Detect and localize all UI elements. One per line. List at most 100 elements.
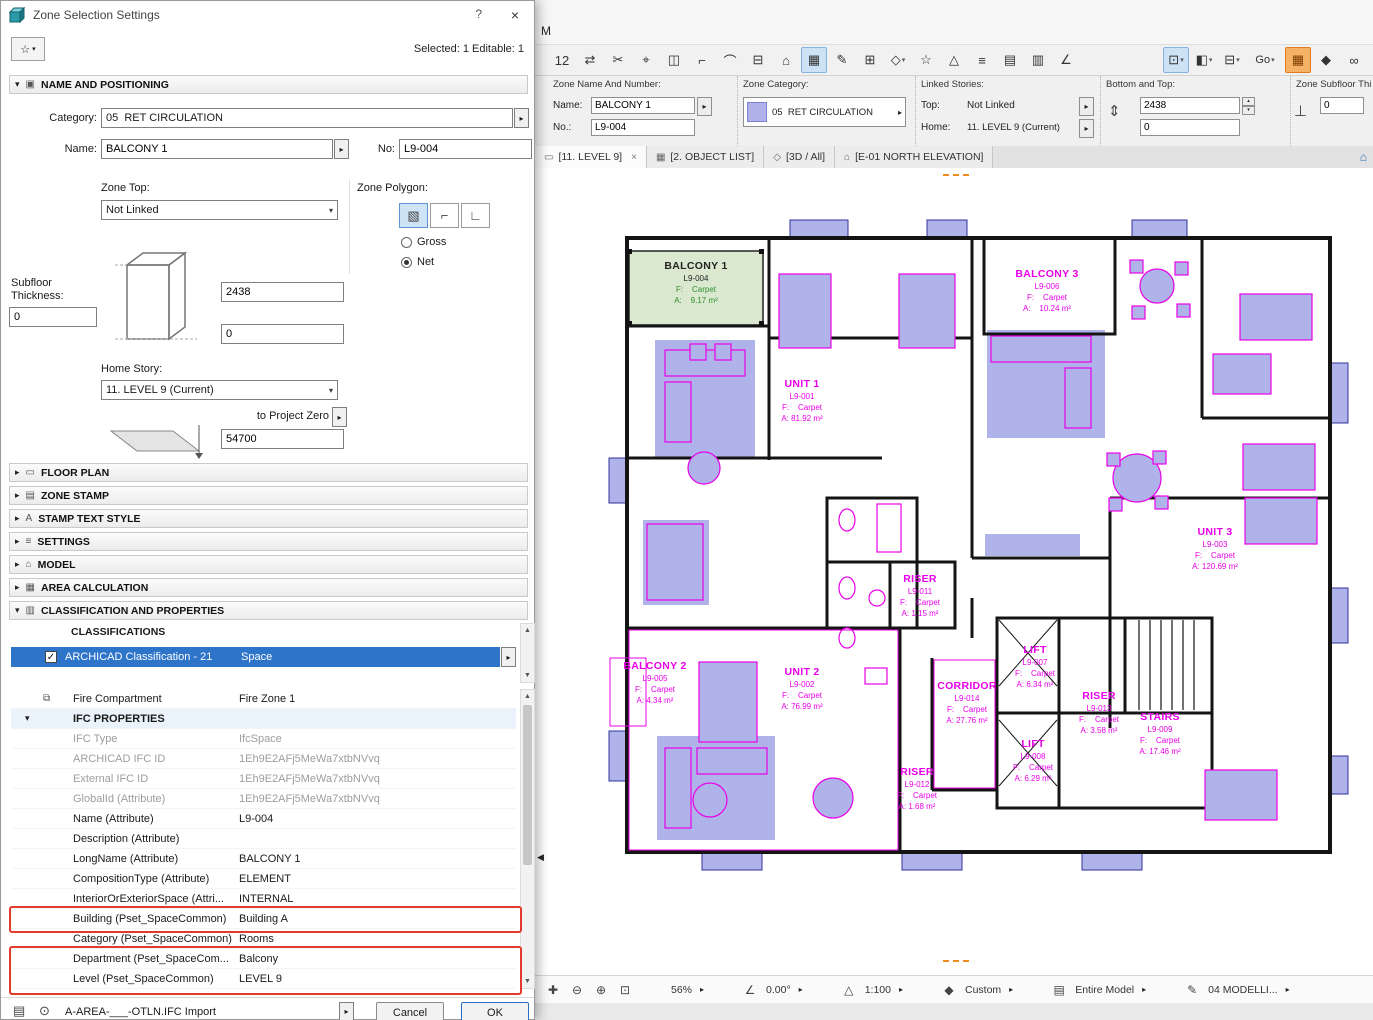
zone-category-combo[interactable]: 05 RET CIRCULATION ▸ [743, 97, 906, 127]
scroll-left-arrow-icon[interactable]: ◀ [537, 852, 544, 863]
zone-stamp[interactable]: RISERL9-012F: CarpetA: 1.68 m² [897, 766, 937, 812]
zone-stamp[interactable]: BALCONY 3L9-006F: CarpetA: 10.24 m² [1015, 268, 1078, 314]
home-story-icon[interactable]: ⌂ [773, 47, 799, 73]
split-window-icon[interactable]: ◧▾ [1191, 47, 1217, 73]
layers-icon[interactable]: ▤ [997, 47, 1023, 73]
subfloor-thickness-input[interactable] [9, 307, 97, 327]
home-story-value[interactable]: 11. LEVEL 9 (Current) [967, 122, 1060, 133]
scale-flyout-icon[interactable]: ▸ [897, 985, 909, 994]
eye-icon[interactable]: ⊙ [39, 1003, 50, 1019]
split-icon[interactable]: ◫ [661, 47, 687, 73]
name-flyout-button[interactable]: ▸ [334, 139, 349, 159]
zone-number-input[interactable] [399, 139, 532, 159]
property-row[interactable]: ⧉Fire CompartmentFire Zone 1 [11, 689, 516, 709]
net-radio[interactable]: Net [401, 256, 434, 268]
zone-number-input[interactable] [591, 119, 695, 136]
scale-icon[interactable]: △ [839, 983, 859, 997]
modify-icon[interactable]: ◇▾ [885, 47, 911, 73]
duplicate-icon[interactable]: ⊞ [857, 47, 883, 73]
scroll-up-icon[interactable]: ▲ [521, 624, 534, 637]
project-zero-flyout-button[interactable]: ▸ [332, 407, 347, 427]
rotation-flyout-icon[interactable]: ▸ [797, 985, 809, 994]
zoom-level[interactable]: 56% [669, 984, 694, 996]
favorites-button[interactable]: ☆▾ [11, 37, 45, 61]
zone-stamp[interactable]: UNIT 3L9-003F: CarpetA: 120.69 m² [1192, 526, 1238, 572]
zone-top-offset-input[interactable] [221, 282, 344, 302]
close-button[interactable]: × [504, 5, 526, 25]
zone-stamp[interactable]: LIFTL9-008F: CarpetA: 6.29 m² [1013, 738, 1053, 784]
views-icon[interactable]: ▥ [1025, 47, 1051, 73]
ifc-properties-group-header[interactable]: ▾IFC PROPERTIES [11, 709, 516, 729]
pen-icon[interactable]: ✎ [829, 47, 855, 73]
zone-bottom-offset-input[interactable] [221, 324, 344, 344]
zone-stamp[interactable]: RISERL9-013F: CarpetA: 3.58 m² [1079, 690, 1119, 736]
category-flyout-button[interactable]: ▸ [514, 108, 529, 128]
top-link-button[interactable]: ▸ [1079, 97, 1094, 116]
pan-icon[interactable]: ✚ [543, 983, 563, 997]
mirror-icon[interactable]: ⇄ [577, 47, 603, 73]
property-row[interactable]: Description (Attribute) [11, 829, 516, 849]
property-row[interactable]: Level (Pset_SpaceCommon)LEVEL 9 [11, 969, 516, 989]
zone-stamp[interactable]: BALCONY 2L9-005F: CarpetA: 4.34 m² [623, 660, 686, 706]
scrollbar-thumb[interactable] [523, 705, 532, 865]
zone-stamp[interactable]: RISERL9-011F: CarpetA: 1.15 m² [900, 573, 940, 619]
orientation-icon[interactable]: ∠ [740, 983, 760, 997]
section-floor-plan[interactable]: ▸ ▭ FLOOR PLAN [9, 463, 528, 482]
flyout-arrow-icon[interactable]: ▸ [898, 108, 902, 117]
scale-value[interactable]: 1:100 [863, 984, 893, 996]
home-story-button[interactable]: ▸ [1079, 119, 1094, 138]
ok-button[interactable]: OK [461, 1002, 529, 1020]
scroll-down-icon[interactable]: ▼ [521, 669, 534, 682]
help-button[interactable]: ? [475, 7, 482, 21]
renumber-icon[interactable]: 12 [549, 47, 575, 73]
zone-stamp[interactable]: LIFTL9-007F: CarpetA: 6.34 m² [1015, 644, 1055, 690]
property-row[interactable]: ARCHICAD IFC ID1Eh9E2AFj5MeWa7xtbNVvq [11, 749, 516, 769]
pickup-parameters-icon[interactable]: ⌖ [633, 47, 659, 73]
quick-options-flyout-icon[interactable]: ▸ [1007, 985, 1019, 994]
section-name-and-positioning[interactable]: ▾ ▣ NAME AND POSITIONING [9, 75, 528, 94]
section-model[interactable]: ▸ ⌂ MODEL [9, 555, 528, 574]
align-icon[interactable]: ≡ [969, 47, 995, 73]
property-row[interactable]: Category (Pset_SpaceCommon)Rooms [11, 929, 516, 949]
rotation-value[interactable]: 0.00° [764, 984, 793, 996]
property-row[interactable]: InteriorOrExteriorSpace (Attri...INTERNA… [11, 889, 516, 909]
zoom-in-icon[interactable]: ⊕ [591, 983, 611, 997]
quick-options-value[interactable]: Custom [963, 984, 1003, 996]
section-stamp-text-style[interactable]: ▸ A STAMP TEXT STYLE [9, 509, 528, 528]
go-button[interactable]: Go▾ [1247, 47, 1283, 73]
annotate-icon[interactable]: ∠ [1053, 47, 1079, 73]
property-row[interactable]: IFC TypeIfcSpace [11, 729, 516, 749]
fillet-icon[interactable]: ⌒ [717, 47, 743, 73]
property-row[interactable]: LongName (Attribute)BALCONY 1 [11, 849, 516, 869]
name-flyout-button[interactable]: ▸ [697, 97, 712, 116]
bottom-offset-input[interactable] [1140, 119, 1240, 136]
model-filter-icon[interactable]: ▤ [1049, 983, 1069, 997]
quick-options-icon[interactable]: ◆ [939, 983, 959, 997]
section-zone-stamp[interactable]: ▸ ▤ ZONE STAMP [9, 486, 528, 505]
current-window-icon[interactable]: ⊡▾ [1163, 47, 1189, 73]
home-story-dropdown[interactable]: 11. LEVEL 9 (Current) ▾ [101, 380, 338, 400]
properties-scrollbar[interactable]: ▲ ▼ [520, 689, 535, 989]
import-flyout-button[interactable]: ▸ [339, 1002, 354, 1020]
property-row[interactable]: GlobalId (Attribute)1Eh9E2AFj5MeWa7xtbNV… [11, 789, 516, 809]
trim-icon[interactable]: ⊟ [745, 47, 771, 73]
cut-icon[interactable]: ✂ [605, 47, 631, 73]
dialog-titlebar[interactable]: Zone Selection Settings ? × [1, 1, 534, 29]
property-row[interactable]: CompositionType (Attribute)ELEMENT [11, 869, 516, 889]
bimcloud-icon[interactable]: ◆ [1313, 47, 1339, 73]
top-offset-input[interactable] [1140, 97, 1240, 114]
shapes-icon[interactable]: △ [941, 47, 967, 73]
zone-stamp[interactable]: STAIRSL9-009F: CarpetA: 17.46 m² [1139, 711, 1180, 757]
checkbox-checked-icon[interactable]: ✓ [45, 651, 57, 663]
pen-set-flyout-icon[interactable]: ▸ [1284, 985, 1296, 994]
cancel-button[interactable]: Cancel [376, 1002, 444, 1020]
zone-polygon-method-3-button[interactable]: ∟ [461, 203, 490, 228]
top-link-value[interactable]: Not Linked [967, 100, 1015, 111]
project-zero-offset-input[interactable] [221, 429, 344, 449]
tab-north-elevation[interactable]: ⌂ [E-01 NORTH ELEVATION] [835, 146, 993, 168]
zone-stamp[interactable]: UNIT 1L9-001F: CarpetA: 81.92 m² [781, 378, 822, 424]
scroll-up-icon[interactable]: ▲ [521, 690, 534, 703]
property-row[interactable]: External IFC ID1Eh9E2AFj5MeWa7xtbNVvq [11, 769, 516, 789]
model-filter-flyout-icon[interactable]: ▸ [1140, 985, 1152, 994]
section-classification-and-properties[interactable]: ▾ ▥ CLASSIFICATION AND PROPERTIES [9, 601, 528, 620]
